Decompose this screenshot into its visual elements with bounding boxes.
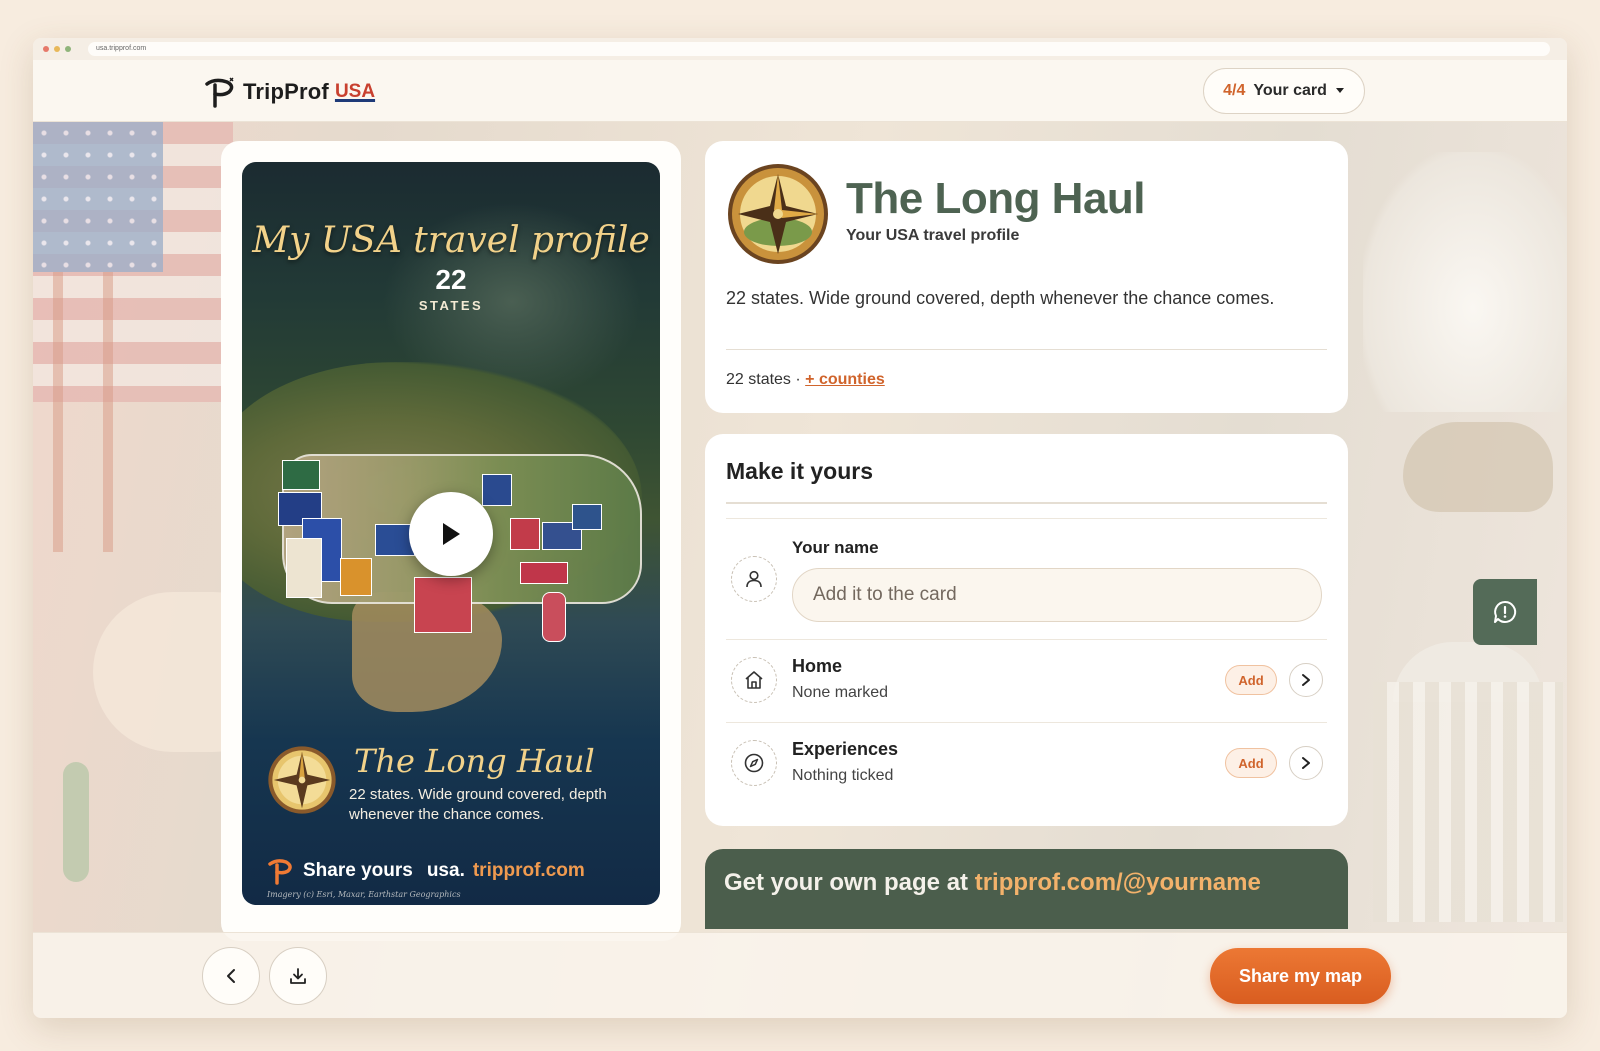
state-flag-tennessee bbox=[520, 562, 568, 584]
bottom-action-bar: Share my map bbox=[33, 932, 1567, 1018]
state-flag-ohio bbox=[510, 518, 540, 550]
tripprof-mark-icon bbox=[268, 859, 292, 885]
your-name-input[interactable] bbox=[792, 568, 1322, 622]
download-button[interactable] bbox=[269, 947, 327, 1005]
state-flag-arizona bbox=[340, 558, 372, 596]
experiences-row-status: Nothing ticked bbox=[792, 767, 894, 784]
browser-window: usa.tripprof.com TripProf USA 4/4 Your c… bbox=[33, 38, 1567, 1018]
story-preview: My USA travel profile 22 STATES The Long… bbox=[242, 162, 660, 905]
make-it-yours-card: Make it yours Your name Home None marked… bbox=[705, 434, 1348, 826]
profile-title: The Long Haul bbox=[846, 174, 1146, 223]
chevron-right-icon bbox=[1302, 757, 1310, 769]
state-flag-california bbox=[286, 538, 322, 598]
story-preview-card: My USA travel profile 22 STATES The Long… bbox=[221, 141, 681, 941]
divider bbox=[726, 502, 1327, 504]
add-counties-link[interactable]: + counties bbox=[805, 371, 885, 388]
story-share-url-host: usa. bbox=[426, 860, 465, 881]
tripprof-logo-icon bbox=[205, 77, 234, 108]
top-navigation-bar: TripProf USA 4/4 Your card bbox=[33, 60, 1567, 122]
state-flag-florida bbox=[542, 592, 566, 642]
your-card-dropdown[interactable]: 4/4 Your card bbox=[1203, 68, 1365, 114]
tripprof-logo[interactable]: TripProf USA bbox=[203, 76, 375, 108]
promo-text: Get your own page at bbox=[724, 869, 975, 896]
logo-suffix: USA bbox=[334, 81, 376, 102]
background-bridge-illustration bbox=[53, 272, 113, 552]
logo-text: TripProf bbox=[243, 79, 329, 104]
experiences-row-title: Experiences bbox=[792, 739, 899, 759]
close-window-dot[interactable] bbox=[43, 46, 49, 52]
back-button[interactable] bbox=[202, 947, 260, 1005]
state-flag-pennsylvania bbox=[572, 504, 602, 530]
promo-link[interactable]: tripprof.com/@yourname bbox=[975, 869, 1261, 896]
add-experiences-button[interactable]: Add bbox=[1225, 748, 1277, 778]
home-expand-button[interactable] bbox=[1289, 663, 1323, 697]
divider bbox=[726, 349, 1327, 350]
background-geyser-illustration bbox=[1363, 152, 1567, 412]
background-capitol-building bbox=[1373, 682, 1563, 922]
profile-subtitle: Your USA travel profile bbox=[846, 227, 1020, 244]
address-bar[interactable]: usa.tripprof.com bbox=[88, 42, 1550, 56]
card-progress: 4/4 bbox=[1223, 82, 1246, 99]
divider bbox=[726, 518, 1327, 519]
chevron-right-icon bbox=[1302, 674, 1310, 686]
minimize-window-dot[interactable] bbox=[54, 46, 60, 52]
add-home-button[interactable]: Add bbox=[1225, 665, 1277, 695]
story-description: 22 states. Wide ground covered, depth wh… bbox=[349, 786, 607, 823]
profile-stats: 22 states · + counties bbox=[726, 371, 885, 389]
compass-badge-icon bbox=[728, 164, 828, 264]
home-row-title: Home bbox=[792, 656, 843, 676]
make-it-yours-heading: Make it yours bbox=[726, 458, 873, 484]
browser-chrome: usa.tripprof.com bbox=[33, 38, 1567, 60]
compass-icon bbox=[731, 740, 777, 786]
card-label: Your card bbox=[1253, 82, 1327, 99]
story-title: My USA travel profile bbox=[252, 220, 650, 261]
imagery-credit: Imagery (c) Esri, Maxar, Earthstar Geogr… bbox=[267, 890, 461, 899]
background-cactus bbox=[63, 762, 89, 882]
play-icon bbox=[443, 523, 460, 545]
story-states-label: STATES bbox=[418, 298, 484, 313]
share-my-map-button[interactable]: Share my map bbox=[1210, 948, 1391, 1004]
play-button[interactable] bbox=[409, 492, 493, 576]
story-share-url-domain: tripprof.com bbox=[472, 860, 585, 881]
state-flag-texas bbox=[414, 577, 472, 633]
download-icon bbox=[290, 968, 306, 984]
story-share-label: Share yours bbox=[303, 860, 413, 881]
divider bbox=[726, 639, 1327, 640]
divider bbox=[726, 722, 1327, 723]
profile-summary-card: The Long Haul Your USA travel profile 22… bbox=[705, 141, 1348, 413]
profile-description: 22 states. Wide ground covered, depth wh… bbox=[726, 288, 1275, 308]
state-flag-wisconsin bbox=[482, 474, 512, 506]
background-flag-canton bbox=[33, 122, 163, 272]
chevron-left-icon bbox=[227, 969, 235, 983]
your-name-label: Your name bbox=[792, 538, 879, 557]
home-row-status: None marked bbox=[792, 684, 889, 701]
story-states-count: 22 bbox=[435, 264, 467, 295]
feedback-icon bbox=[1494, 600, 1517, 623]
illustrated-background: My USA travel profile 22 STATES The Long… bbox=[33, 122, 1567, 1018]
story-profile-badge bbox=[267, 745, 337, 820]
feedback-button[interactable] bbox=[1473, 579, 1537, 645]
person-icon bbox=[731, 556, 777, 602]
claim-page-promo: Get your own page at tripprof.com/@yourn… bbox=[705, 849, 1348, 929]
story-profile-name: The Long Haul bbox=[354, 742, 595, 780]
story-share-footer: Share yours usa. tripprof.com bbox=[267, 857, 585, 885]
home-icon bbox=[731, 657, 777, 703]
caret-down-icon bbox=[1335, 88, 1344, 93]
experiences-expand-button[interactable] bbox=[1289, 746, 1323, 780]
states-count-text: 22 states · bbox=[726, 371, 806, 388]
profile-badge bbox=[726, 162, 830, 271]
background-bison-illustration bbox=[1403, 422, 1553, 512]
maximize-window-dot[interactable] bbox=[65, 46, 71, 52]
compass-badge-icon bbox=[268, 746, 336, 814]
state-flag-washington bbox=[282, 460, 320, 490]
